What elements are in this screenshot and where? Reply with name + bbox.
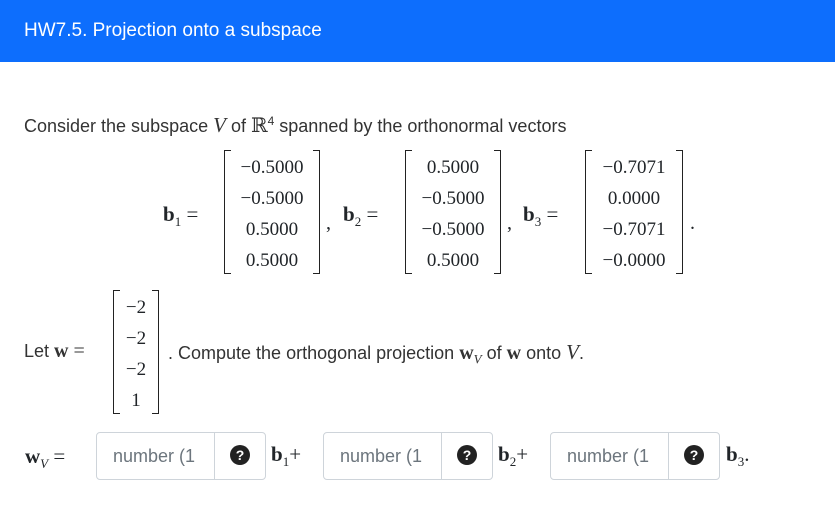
coefficient-1-input[interactable] [97,433,217,479]
help-button-3[interactable]: ? [668,433,719,479]
page-title: HW7.5. Projection onto a subspace [24,20,322,41]
b3-coefficient-label: b3. [726,442,750,470]
coefficient-2-group: ? [323,432,493,480]
answer-row: wV = ? b1+ ? b2+ ? b3. [0,432,835,482]
w-matrix: −2 −2 −2 1 [113,290,159,414]
b2-label: b2 = [343,202,379,230]
help-button-2[interactable]: ? [441,433,492,479]
coefficient-3-group: ? [550,432,720,480]
question-circle-icon: ? [684,445,704,465]
problem-statement: Let w = −2 −2 −2 1 . Compute the orthogo… [0,290,835,415]
question-circle-icon: ? [457,445,477,465]
coefficient-1-group: ? [96,432,266,480]
intro-text: Consider the subspace V of ℝ4 spanned by… [24,113,567,137]
basis-vectors: b1 = −0.5000 −0.5000 0.5000 0.5000 , b2 … [0,150,835,280]
b3-matrix: −0.7071 0.0000 −0.7071 −0.0000 [585,150,683,274]
question-text: . Compute the orthogonal projection wV o… [168,340,584,367]
b2-matrix: 0.5000 −0.5000 −0.5000 0.5000 [405,150,501,274]
b3-label: b3 = [523,202,559,230]
b1-matrix: −0.5000 −0.5000 0.5000 0.5000 [224,150,320,274]
b2-coefficient-label: b2+ [498,442,529,470]
coefficient-3-input[interactable] [551,433,671,479]
help-button-1[interactable]: ? [214,433,265,479]
b1-label: b1 = [163,202,199,230]
answer-lhs: wV = [25,444,66,472]
coefficient-2-input[interactable] [324,433,444,479]
page-header: HW7.5. Projection onto a subspace [0,0,835,62]
question-circle-icon: ? [230,445,250,465]
b1-coefficient-label: b1+ [271,442,302,470]
